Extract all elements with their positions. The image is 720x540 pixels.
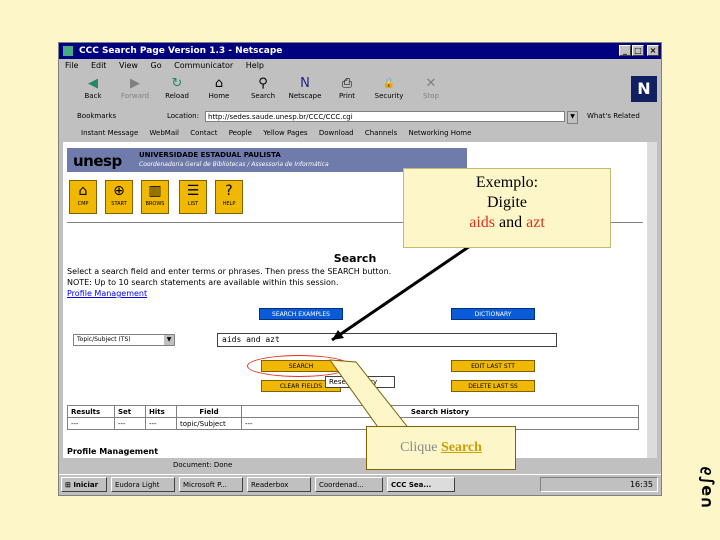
corner-logo: ∪ǝ∫∂ — [696, 466, 715, 510]
callout-example: aids and azt — [469, 214, 545, 231]
click-search-callout: Clique Search — [366, 426, 516, 470]
annotation-arrows — [328, 244, 471, 431]
callout-pointer — [328, 359, 412, 431]
callout-title: Exemplo: — [475, 174, 539, 191]
arrow-to-input — [331, 244, 471, 342]
example-callout: Exemplo: Digite aids and azt — [403, 168, 611, 248]
callout-instruction: Digite — [487, 194, 527, 211]
